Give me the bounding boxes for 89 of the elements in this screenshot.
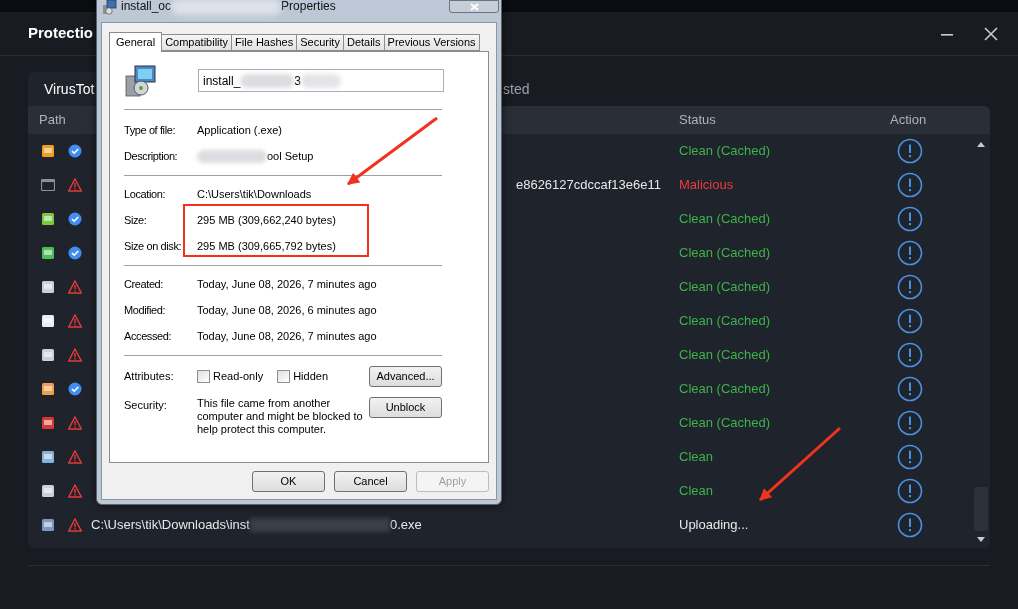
status-text: Clean <box>679 448 714 467</box>
checkbox[interactable] <box>277 369 291 383</box>
status-text: Clean (Cached) <box>679 380 772 399</box>
scroll-up-icon[interactable] <box>977 142 985 147</box>
tab[interactable]: File Hashes <box>231 34 298 51</box>
column-header: Status <box>679 111 717 130</box>
info-action-icon[interactable] <box>897 274 923 300</box>
tab[interactable]: Compatibility <box>161 34 233 51</box>
file-icon <box>41 144 55 158</box>
info-action-icon[interactable] <box>897 172 923 198</box>
security-note: This file came from another computer and might be blocked to help protect this computer. <box>197 397 364 436</box>
info-action-icon[interactable] <box>897 376 923 402</box>
file-icon <box>41 246 55 260</box>
status-text: Clean <box>679 482 714 501</box>
file-icon <box>41 484 55 498</box>
status-text: Clean (Cached) <box>679 414 772 433</box>
info-action-icon[interactable] <box>897 444 923 470</box>
field-label: Security: <box>124 398 168 413</box>
field-label: Type of file: <box>124 122 177 138</box>
file-icon <box>41 416 55 430</box>
dialog-button[interactable]: OK <box>252 471 325 492</box>
file-icon <box>41 450 55 464</box>
info-action-icon[interactable] <box>897 138 923 164</box>
advanced-button[interactable]: Advanced... <box>369 365 442 387</box>
status-text: Malicious <box>679 176 735 195</box>
status-text: Clean (Cached) <box>679 244 772 263</box>
file-path: C:\Users\tik\Downloads\inst <box>91 516 250 535</box>
field-label: Size on disk: <box>124 238 183 254</box>
field-value: 295 MB (309,662,240 bytes) <box>197 212 336 228</box>
column-header: Action <box>890 111 928 130</box>
redaction-blur <box>240 73 295 88</box>
info-action-icon[interactable] <box>897 342 923 368</box>
field-label: Modified: <box>124 302 167 318</box>
field-label: Size: <box>124 212 148 228</box>
status-text: Clean (Cached) <box>679 346 772 365</box>
field-label: Location: <box>124 186 167 202</box>
checkbox[interactable] <box>197 369 210 383</box>
dialog-button[interactable]: Cancel <box>334 471 407 492</box>
info-action-icon[interactable] <box>897 240 923 266</box>
status-text: Clean (Cached) <box>679 312 772 331</box>
field-value: C:\Users\tik\Downloads <box>197 186 312 202</box>
status-text: Clean (Cached) <box>679 278 772 297</box>
field-label: Created: <box>124 276 164 292</box>
info-action-icon[interactable] <box>897 410 923 436</box>
close-button[interactable] <box>449 0 499 13</box>
field-value: Today, June 08, 2026, 7 minutes ago <box>197 328 377 344</box>
field-label: Description: <box>124 148 179 164</box>
field-label: Attributes: <box>124 368 175 384</box>
file-name-field[interactable]: install_ 3 <box>198 69 444 92</box>
tab[interactable]: Previous Versions <box>383 34 480 51</box>
dialog-title: Properties <box>281 0 336 15</box>
file-icon <box>41 348 55 362</box>
file-name-text: install_ <box>203 72 241 90</box>
dialog-title: install_oc <box>121 0 172 15</box>
file-path: e8626127cdccaf13e6e11 <box>515 176 661 195</box>
info-action-icon[interactable] <box>897 478 923 504</box>
field-value: Today, June 08, 2026, 7 minutes ago <box>197 276 377 292</box>
file-icon <box>41 518 55 532</box>
scroll-down-icon[interactable] <box>977 537 985 542</box>
tab[interactable]: sted <box>499 72 534 106</box>
tab[interactable]: Details <box>342 34 385 51</box>
checkbox-label: Read-only <box>213 368 264 384</box>
file-icon <box>41 314 55 328</box>
field-value: 295 MB (309,665,792 bytes) <box>197 238 336 254</box>
unblock-button[interactable]: Unblock <box>369 397 442 418</box>
status-text: Clean (Cached) <box>679 210 772 229</box>
info-action-icon[interactable] <box>897 308 923 334</box>
file-icon <box>41 212 55 226</box>
field-value: ool Setup <box>267 148 314 164</box>
installer-icon <box>124 63 158 98</box>
file-icon <box>41 178 55 192</box>
status-text: Clean (Cached) <box>679 142 772 161</box>
checkbox-label: Hidden <box>293 368 328 384</box>
file-icon <box>41 382 55 396</box>
status-text: Uploading... <box>679 516 750 535</box>
field-label: Accessed: <box>124 328 173 344</box>
redaction-blur <box>301 73 342 88</box>
close-icon[interactable] <box>984 26 998 41</box>
info-action-icon[interactable] <box>897 206 923 232</box>
file-name-text: 3 <box>294 72 302 90</box>
tab[interactable]: General <box>109 32 163 52</box>
window-title: Protectio <box>28 23 93 44</box>
tab[interactable]: Security <box>296 34 344 51</box>
close-icon <box>469 2 479 11</box>
info-action-icon[interactable] <box>897 512 923 538</box>
file-icon <box>41 280 55 294</box>
field-value: Today, June 08, 2026, 6 minutes ago <box>197 302 377 318</box>
file-path: 0.exe <box>389 516 422 535</box>
field-value: Application (.exe) <box>197 122 282 138</box>
